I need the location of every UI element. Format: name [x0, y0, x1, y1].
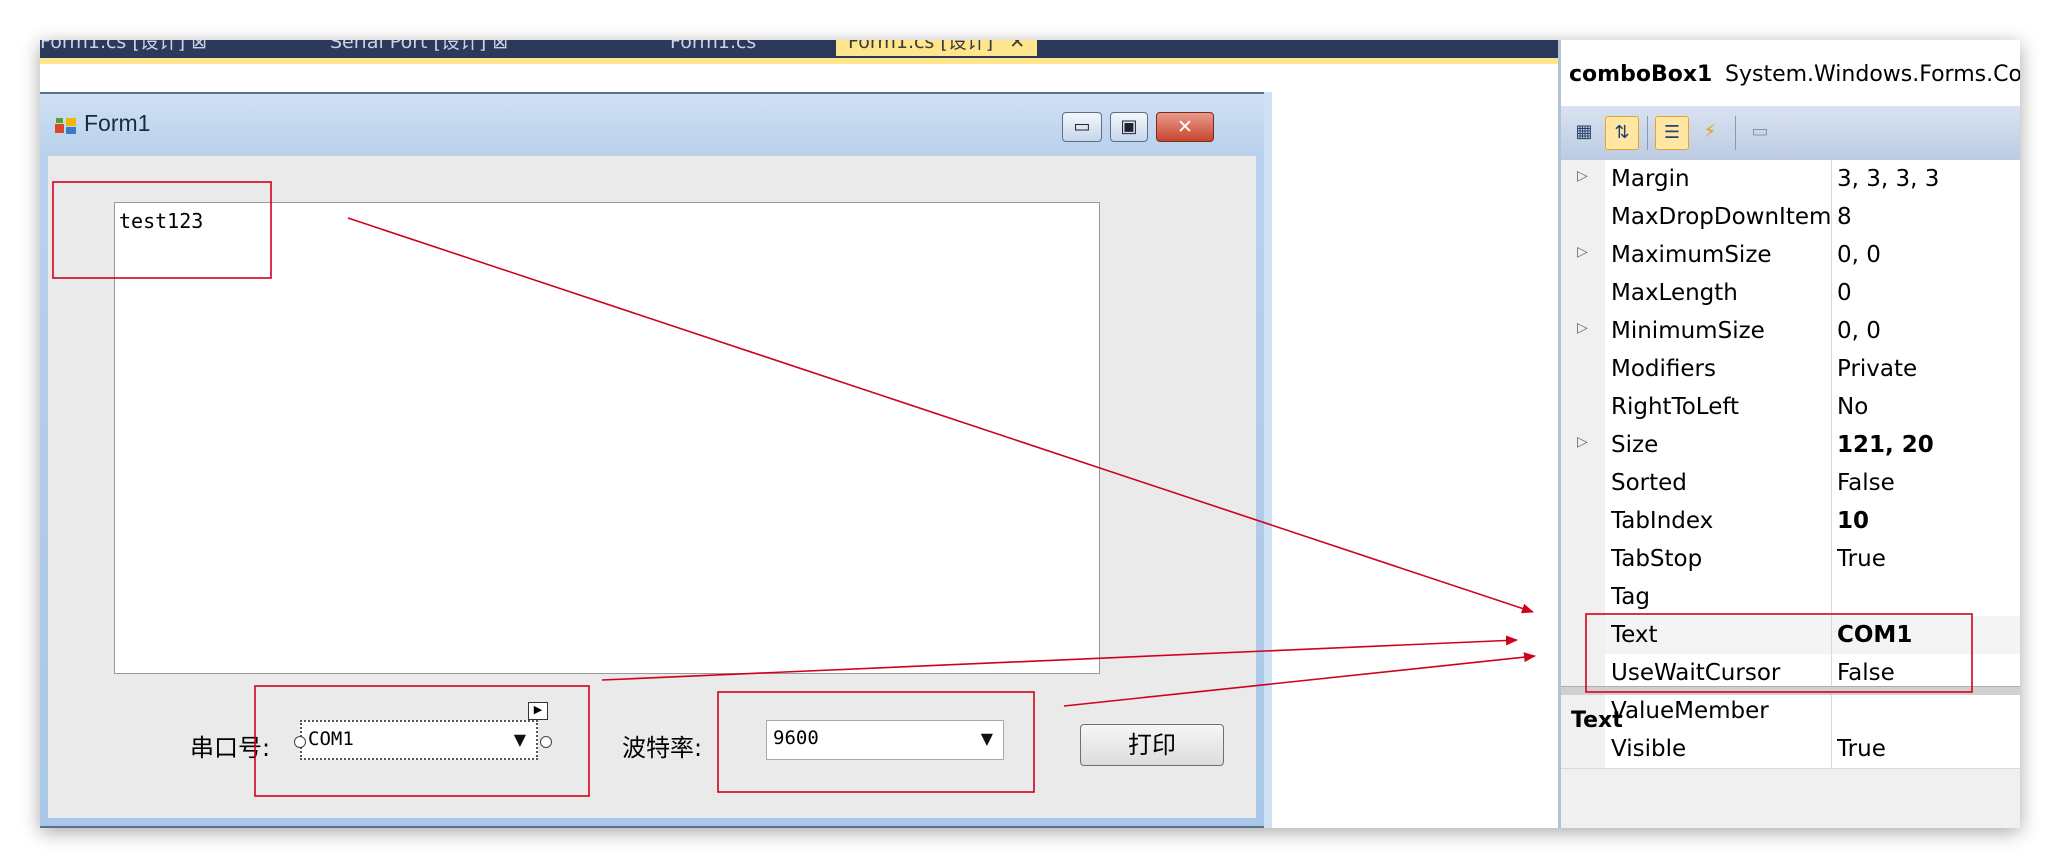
port-label: 串口号:: [190, 734, 271, 762]
description-splitter[interactable]: [1561, 686, 2020, 695]
expand-icon[interactable]: ▷: [1577, 244, 1588, 260]
properties-object-header[interactable]: comboBox1 System.Windows.Forms.ComboBox: [1561, 40, 2020, 106]
output-textbox[interactable]: test123: [114, 202, 1100, 674]
maximize-icon: ▣: [1120, 116, 1138, 137]
property-row-size[interactable]: ▷ Size 121, 20: [1561, 426, 2020, 465]
property-row-tag[interactable]: Tag: [1561, 578, 2020, 617]
property-pages-icon[interactable]: ▭: [1743, 116, 1777, 150]
toolbar-separator: [1735, 116, 1736, 150]
resize-handle-right[interactable]: [540, 736, 552, 748]
form-icon: [55, 118, 76, 134]
description-title: Text: [1571, 708, 1623, 733]
property-row-modifiers[interactable]: Modifiers Private: [1561, 350, 2020, 389]
smart-tag-icon[interactable]: ▶: [528, 702, 548, 720]
tab-form1-design[interactable]: Form1.cs [设计] ⊠: [40, 40, 207, 56]
property-row-margin[interactable]: ▷ Margin 3, 3, 3, 3: [1561, 160, 2020, 199]
form-client-area: test123 串口号: COM1 ▼ ▶ 波特率: 9600 ▼ 打印: [48, 156, 1256, 818]
property-row-maximumsize[interactable]: ▷ MaximumSize 0, 0: [1561, 236, 2020, 275]
property-row-visible[interactable]: Visible True: [1561, 730, 2020, 769]
print-button[interactable]: 打印: [1080, 724, 1224, 766]
property-row-minimumsize[interactable]: ▷ MinimumSize 0, 0: [1561, 312, 2020, 351]
property-row-text[interactable]: Text COM1: [1561, 616, 2020, 655]
baud-label: 波特率:: [622, 734, 703, 762]
form-title: Form1: [84, 110, 151, 136]
port-combobox[interactable]: COM1 ▼: [300, 720, 538, 760]
screenshot-stage: Form1.cs [设计] ⊠ Serial Port [设计] ⊠ Form1…: [40, 40, 2020, 828]
object-name: comboBox1: [1569, 62, 1713, 87]
textbox-value: test123: [119, 209, 204, 233]
expand-icon[interactable]: ▷: [1577, 320, 1588, 336]
property-row-maxlength[interactable]: MaxLength 0: [1561, 274, 2020, 313]
form1-window[interactable]: Form1 ▭ ▣ ✕ test123 串口号: COM1 ▼ ▶ 波特率: 9…: [40, 92, 1272, 828]
properties-view-icon[interactable]: ☰: [1655, 116, 1689, 150]
port-combobox-value: COM1: [308, 728, 354, 750]
minimize-button[interactable]: ▭: [1062, 112, 1102, 142]
tab-form1-code[interactable]: Form1.cs: [670, 40, 756, 56]
tab-form1-design-active[interactable]: Form1.cs [设计] ✕: [836, 40, 1038, 56]
maximize-button[interactable]: ▣: [1110, 112, 1148, 142]
close-icon: ✕: [1177, 116, 1193, 138]
properties-panel: comboBox1 System.Windows.Forms.ComboBox …: [1558, 40, 2020, 828]
property-row-tabindex[interactable]: TabIndex 10: [1561, 502, 2020, 541]
toolbar-separator: [1647, 116, 1648, 150]
property-row-tabstop[interactable]: TabStop True: [1561, 540, 2020, 579]
baud-combobox-value: 9600: [773, 727, 819, 749]
chevron-down-icon[interactable]: ▼: [981, 729, 993, 748]
expand-icon[interactable]: ▷: [1577, 168, 1588, 184]
property-row-valuemember[interactable]: ValueMember: [1561, 692, 2020, 731]
property-row-righttoleft[interactable]: RightToLeft No: [1561, 388, 2020, 427]
document-tab-strip: Form1.cs [设计] ⊠ Serial Port [设计] ⊠ Form1…: [40, 40, 1560, 58]
chevron-down-icon[interactable]: ▼: [514, 730, 526, 749]
property-row-maxdropdownitems[interactable]: MaxDropDownItems 8: [1561, 198, 2020, 237]
minimize-icon: ▭: [1073, 116, 1091, 137]
close-icon[interactable]: ✕: [1009, 40, 1025, 53]
expand-icon[interactable]: ▷: [1577, 434, 1588, 450]
categorized-icon[interactable]: ▦: [1567, 116, 1601, 150]
baud-combobox[interactable]: 9600 ▼: [766, 720, 1004, 760]
property-row-sorted[interactable]: Sorted False: [1561, 464, 2020, 503]
sort-alphabetical-icon[interactable]: ⇅: [1605, 116, 1639, 150]
properties-toolbar: ▦ ⇅ ☰ ⚡ ▭: [1561, 106, 2020, 161]
resize-handle-left[interactable]: [294, 736, 306, 748]
window-close-button[interactable]: ✕: [1156, 112, 1214, 142]
object-type: System.Windows.Forms.ComboBox: [1725, 62, 2020, 87]
form-border-strip: [1264, 92, 1272, 828]
tab-serial-port-design[interactable]: Serial Port [设计] ⊠: [330, 40, 508, 56]
events-lightning-icon[interactable]: ⚡: [1693, 116, 1727, 150]
